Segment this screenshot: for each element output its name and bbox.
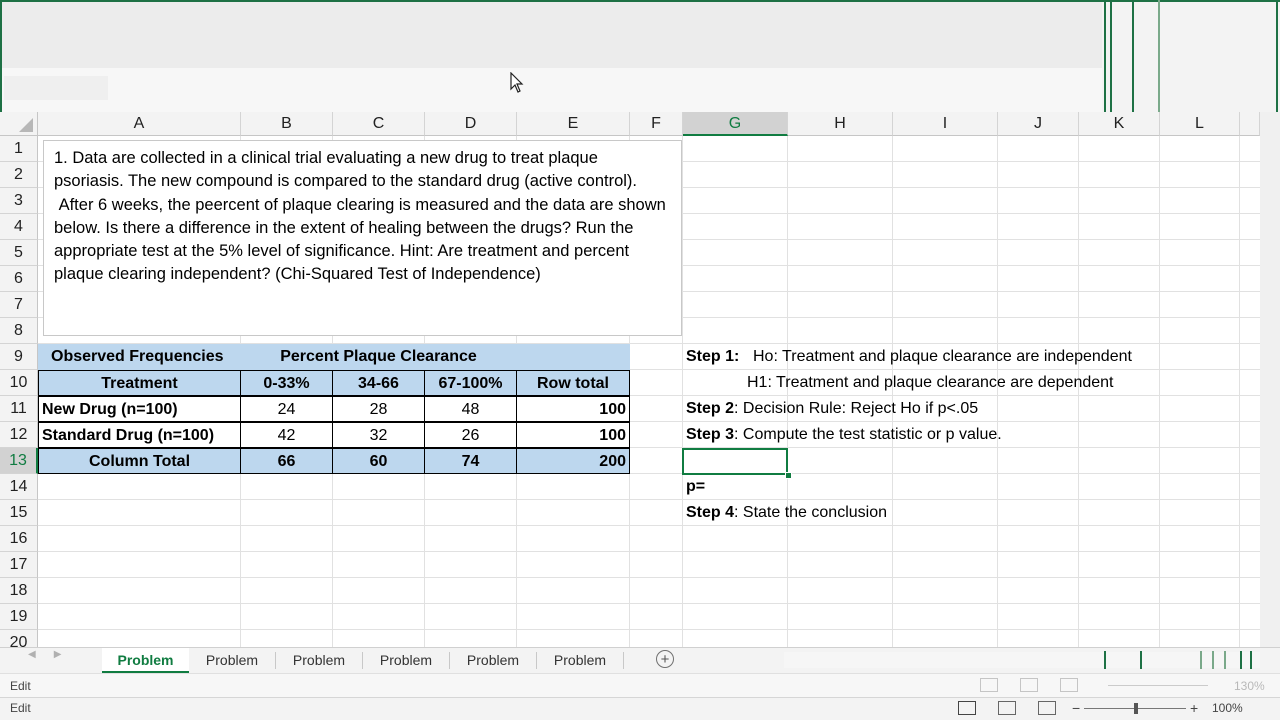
- column-header-m[interactable]: [1240, 112, 1260, 136]
- row-header[interactable]: 8: [0, 318, 38, 344]
- row-header[interactable]: 6: [0, 266, 38, 292]
- zoom-level-ghost: 130%: [1234, 679, 1265, 693]
- column-header-f[interactable]: F: [630, 112, 683, 136]
- row-header[interactable]: 7: [0, 292, 38, 318]
- column-header-g[interactable]: G: [683, 112, 788, 136]
- table-title-left[interactable]: Observed Frequencies: [38, 344, 240, 370]
- vertical-scrollbar[interactable]: [1260, 112, 1280, 647]
- normal-view-icon: [980, 678, 998, 692]
- problem-text-box[interactable]: 1. Data are collected in a clinical tria…: [43, 140, 682, 336]
- table-total-cell[interactable]: 200: [516, 448, 630, 474]
- step2-text: Step 2: Decision Rule: Reject Ho if p<.0…: [686, 400, 979, 417]
- table-total-cell[interactable]: 66: [240, 448, 333, 474]
- column-header-d[interactable]: D: [425, 112, 517, 136]
- table-cell[interactable]: 32: [332, 422, 425, 448]
- ribbon-stripes: [1100, 0, 1280, 112]
- status-mode-ghost: Edit: [10, 679, 31, 693]
- tab-problem-6[interactable]: Problem 6: [537, 648, 623, 692]
- column-header-b[interactable]: B: [241, 112, 333, 136]
- normal-view-icon[interactable]: [958, 701, 976, 715]
- table-total-cell[interactable]: Column Total: [38, 448, 241, 474]
- status-bar-ghost: Edit 130%: [0, 673, 1280, 697]
- row-header[interactable]: 9: [0, 344, 38, 370]
- row-header[interactable]: 11: [0, 396, 38, 422]
- ribbon-band: [2, 2, 1102, 68]
- zoom-slider-thumb[interactable]: [1134, 703, 1138, 714]
- column-header-j[interactable]: J: [998, 112, 1079, 136]
- status-bar: Edit − + 100%: [0, 697, 1280, 720]
- column-header-l[interactable]: L: [1160, 112, 1240, 136]
- table-cell[interactable]: 42: [240, 422, 333, 448]
- step1-label: Step 1:: [686, 348, 740, 365]
- page-layout-view-icon: [1020, 678, 1038, 692]
- status-mode: Edit: [10, 701, 31, 715]
- tab-problem-1[interactable]: Problem 1: [102, 648, 189, 692]
- column-header-h[interactable]: H: [788, 112, 893, 136]
- row-header[interactable]: 14: [0, 474, 38, 500]
- row-header[interactable]: 3: [0, 188, 38, 214]
- select-all-triangle-icon: [19, 118, 33, 132]
- page-layout-view-icon[interactable]: [998, 701, 1016, 715]
- row-header[interactable]: 12: [0, 422, 38, 448]
- zoom-slider-ghost: [1108, 685, 1208, 686]
- mouse-pointer-icon: [510, 72, 524, 93]
- table-cell[interactable]: New Drug (n=100): [38, 396, 241, 422]
- table-cell[interactable]: Standard Drug (n=100): [38, 422, 241, 448]
- column-header-c[interactable]: C: [333, 112, 425, 136]
- row-header[interactable]: 15: [0, 500, 38, 526]
- table-header-cell[interactable]: Treatment: [38, 370, 241, 396]
- tab-problem-4[interactable]: Problem 4: [363, 648, 449, 692]
- row-header[interactable]: 17: [0, 552, 38, 578]
- step4-text: Step 4: State the conclusion: [686, 504, 887, 521]
- tab-problem-5[interactable]: Problem 5: [450, 648, 536, 692]
- row-header[interactable]: 20: [0, 630, 38, 647]
- page-break-view-icon[interactable]: [1038, 701, 1056, 715]
- row-header[interactable]: 5: [0, 240, 38, 266]
- row-header[interactable]: 1: [0, 136, 38, 162]
- p-value-label: p=: [686, 478, 706, 495]
- row-header[interactable]: 19: [0, 604, 38, 630]
- sheet-nav-arrows-icon[interactable]: ◀▶: [28, 649, 79, 660]
- table-header-cell[interactable]: 0-33%: [240, 370, 333, 396]
- zoom-level[interactable]: 100%: [1212, 701, 1243, 715]
- column-header-i[interactable]: I: [893, 112, 998, 136]
- row-header[interactable]: 4: [0, 214, 38, 240]
- table-total-cell[interactable]: 60: [332, 448, 425, 474]
- row-header[interactable]: 18: [0, 578, 38, 604]
- zoom-in-icon[interactable]: +: [1190, 700, 1198, 716]
- name-box[interactable]: [4, 76, 108, 100]
- table-total-cell[interactable]: 74: [424, 448, 517, 474]
- step1-h1-text: H1: Treatment and plaque clearance are d…: [747, 374, 1114, 391]
- add-sheet-icon[interactable]: +: [656, 650, 674, 668]
- table-header-cell[interactable]: Row total: [516, 370, 630, 396]
- table-cell[interactable]: 48: [424, 396, 517, 422]
- table-title-fill[interactable]: [517, 344, 630, 370]
- row-header[interactable]: 10: [0, 370, 38, 396]
- tab-problem-3[interactable]: Problem 3: [276, 648, 362, 692]
- worksheet-grid[interactable]: A B C D E F G H I J K L 1 2 3 4 5 6 7 8 …: [0, 112, 1260, 647]
- row-header[interactable]: 16: [0, 526, 38, 552]
- table-cell[interactable]: 24: [240, 396, 333, 422]
- active-cell-g13[interactable]: [682, 448, 788, 475]
- row-header[interactable]: 2: [0, 162, 38, 188]
- table-header-cell[interactable]: 34-66: [332, 370, 425, 396]
- page-break-view-icon: [1060, 678, 1078, 692]
- step1-h0-text: Ho: Treatment and plaque clearance are i…: [753, 348, 1132, 365]
- step3-text: Step 3: Compute the test statistic or p …: [686, 426, 1002, 443]
- table-cell[interactable]: 100: [516, 422, 630, 448]
- table-cell[interactable]: 28: [332, 396, 425, 422]
- fill-handle[interactable]: [785, 472, 792, 479]
- formula-bar-area: [2, 68, 1102, 112]
- scrollbar-stripes: [1100, 651, 1260, 669]
- table-title-right[interactable]: Percent Plaque Clearance: [240, 344, 517, 370]
- column-header-k[interactable]: K: [1079, 112, 1160, 136]
- zoom-out-icon[interactable]: −: [1072, 700, 1080, 716]
- tab-problem-2[interactable]: Problem 2: [189, 648, 275, 692]
- column-header-a[interactable]: A: [38, 112, 241, 136]
- column-header-e[interactable]: E: [517, 112, 630, 136]
- table-cell[interactable]: 26: [424, 422, 517, 448]
- table-header-cell[interactable]: 67-100%: [424, 370, 517, 396]
- table-cell[interactable]: 100: [516, 396, 630, 422]
- row-header[interactable]: 13: [0, 448, 38, 474]
